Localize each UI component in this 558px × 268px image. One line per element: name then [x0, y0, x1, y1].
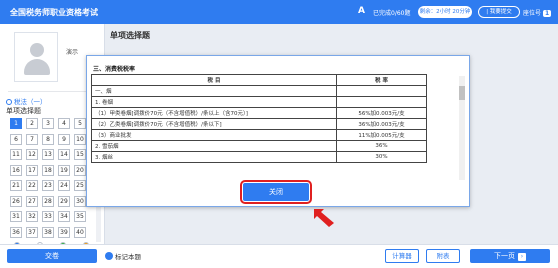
subject-label: 税法（一） [14, 98, 47, 106]
question-number-cell[interactable]: 12 [26, 149, 38, 160]
font-size-icon[interactable]: A [358, 6, 365, 16]
seat-label: 座位号 [523, 10, 542, 17]
tax-item-cell: （2）乙类卷烟[调拨价70元（不含增值税）/条以下] [91, 118, 337, 130]
mark-question[interactable]: 标记本题 [105, 251, 141, 261]
dialog-title: 三、消费税税率 [93, 66, 136, 73]
question-number-cell[interactable]: 15 [74, 149, 86, 160]
app-title: 全国税务师职业资格考试 [10, 8, 98, 17]
tax-item-cell: 3. 烟丝 [91, 151, 337, 163]
question-number-cell[interactable]: 26 [10, 195, 22, 207]
question-number-cell[interactable]: 7 [26, 133, 38, 145]
avatar [14, 32, 58, 82]
question-number-cell[interactable]: 39 [58, 226, 70, 238]
tax-item-cell: 一、烟 [91, 85, 337, 97]
table-row: 2. 雪茄烟 36% [91, 140, 427, 152]
table-row: 3. 烟丝 30% [91, 151, 427, 163]
table-row: （1）甲类卷烟[调拨价70元（不含增值税）/条以上（含70元）] 56%加0.00… [91, 107, 427, 119]
tax-rate-cell: 56%加0.003元/支 [336, 107, 427, 119]
question-number-cell[interactable]: 22 [26, 180, 38, 191]
question-number-cell[interactable]: 25 [74, 180, 86, 191]
table-row: 一、烟 [91, 85, 427, 97]
question-number-cell[interactable]: 3 [42, 118, 54, 129]
tax-item-cell: （1）甲类卷烟[调拨价70元（不含增值税）/条以上（含70元）] [91, 107, 337, 119]
question-number-cell[interactable]: 5 [74, 118, 86, 129]
progress-text: 已完成0/60题 [373, 10, 411, 17]
column-header: 税 率 [336, 74, 427, 86]
scrollbar-thumb[interactable] [459, 86, 465, 100]
question-number-cell[interactable]: 32 [26, 211, 38, 222]
question-number-cell[interactable]: 8 [42, 133, 54, 145]
top-bar: 全国税务师职业资格考试 A 已完成0/60题 剩余：2小时 20分钟 | 我要提… [0, 0, 558, 24]
tax-rate-cell: 30% [336, 151, 427, 163]
question-number-cell[interactable]: 30 [74, 195, 86, 207]
tax-item-cell: 2. 雪茄烟 [91, 140, 337, 152]
calculator-button[interactable]: 计算器 [385, 249, 419, 263]
question-number-cell[interactable]: 14 [58, 149, 70, 160]
seat-value: 1 [543, 10, 552, 17]
question-number-cell[interactable]: 37 [26, 226, 38, 238]
question-number-cell[interactable]: 40 [74, 226, 86, 238]
question-type-label: 单项选择题 [6, 107, 41, 115]
question-number-cell[interactable]: 11 [10, 149, 22, 160]
question-number-cell[interactable]: 24 [58, 180, 70, 191]
question-number-cell[interactable]: 20 [74, 164, 86, 176]
question-number-cell[interactable]: 21 [10, 180, 22, 191]
submit-top-button[interactable]: | 我要提交 [478, 6, 520, 18]
mark-label: 标记本题 [115, 253, 141, 261]
question-number-cell[interactable]: 13 [42, 149, 54, 160]
question-number-cell[interactable]: 38 [42, 226, 54, 238]
timer-badge: 剩余：2小时 20分钟 [418, 6, 472, 18]
question-number-cell[interactable]: 9 [58, 133, 70, 145]
attachment-button[interactable]: 附表 [426, 249, 460, 263]
table-row: 1. 卷烟 [91, 96, 427, 108]
mark-icon [105, 252, 113, 260]
question-number-cell[interactable]: 19 [58, 164, 70, 176]
subject-title[interactable]: 税法（一） [6, 96, 47, 106]
seat-number: 座位号 1 [523, 8, 552, 17]
examinee-name: 演示 [66, 49, 79, 56]
question-number-cell[interactable]: 10 [74, 133, 86, 145]
pointer-arrow-icon [314, 209, 334, 227]
question-number-cell[interactable]: 23 [42, 180, 54, 191]
column-header: 税 目 [91, 74, 337, 86]
tax-rate-table: 税 目 税 率 一、烟 1. 卷烟 （1）甲类卷烟[调拨价70元（不含增值税）/条以… [91, 74, 427, 163]
question-number-cell[interactable]: 16 [10, 164, 22, 176]
tax-item-cell: 1. 卷烟 [91, 96, 337, 108]
question-number-cell[interactable]: 28 [42, 195, 54, 207]
tax-rate-cell: 36%加0.003元/支 [336, 118, 427, 130]
tax-rate-cell [336, 85, 427, 97]
divider [8, 84, 98, 92]
subject-icon [6, 99, 12, 105]
table-header-row: 税 目 税 率 [91, 74, 427, 86]
question-number-cell[interactable]: 2 [26, 118, 38, 129]
question-number-cell[interactable]: 27 [26, 195, 38, 207]
question-number-cell[interactable]: 6 [10, 133, 22, 145]
tax-rate-cell: 36% [336, 140, 427, 152]
tax-rate-cell: 11%加0.005元/支 [336, 129, 427, 141]
question-number-cell[interactable]: 4 [58, 118, 70, 129]
question-number-cell[interactable]: 18 [42, 164, 54, 176]
next-label: 下一页 [494, 252, 515, 260]
avatar-body-icon [24, 59, 50, 75]
dialog-scrollbar[interactable] [459, 76, 465, 180]
question-number-cell[interactable]: 34 [58, 211, 70, 222]
tax-item-cell: （3）商业批发 [91, 129, 337, 141]
question-number-cell[interactable]: 36 [10, 226, 22, 238]
question-number-cell[interactable]: 31 [10, 211, 22, 222]
question-number-cell[interactable]: 29 [58, 195, 70, 207]
avatar-head-icon [30, 43, 44, 57]
question-number-cell[interactable]: 1 [10, 118, 22, 129]
submit-exam-button[interactable]: 交卷 [7, 249, 97, 263]
table-row: （3）商业批发 11%加0.005元/支 [91, 129, 427, 141]
question-type-heading: 单项选择题 [110, 31, 150, 40]
close-button[interactable]: 关闭 [240, 180, 312, 204]
bottom-bar: 交卷 标记本题 计算器 附表 下一页 › [0, 244, 558, 268]
table-row: （2）乙类卷烟[调拨价70元（不含增值税）/条以下] 36%加0.003元/支 [91, 118, 427, 130]
tax-rate-cell [336, 96, 427, 108]
question-number-cell[interactable]: 35 [74, 211, 86, 222]
question-number-cell[interactable]: 17 [26, 164, 38, 176]
arrow-right-icon: › [518, 253, 526, 261]
next-page-button[interactable]: 下一页 › [470, 249, 550, 263]
question-number-cell[interactable]: 33 [42, 211, 54, 222]
